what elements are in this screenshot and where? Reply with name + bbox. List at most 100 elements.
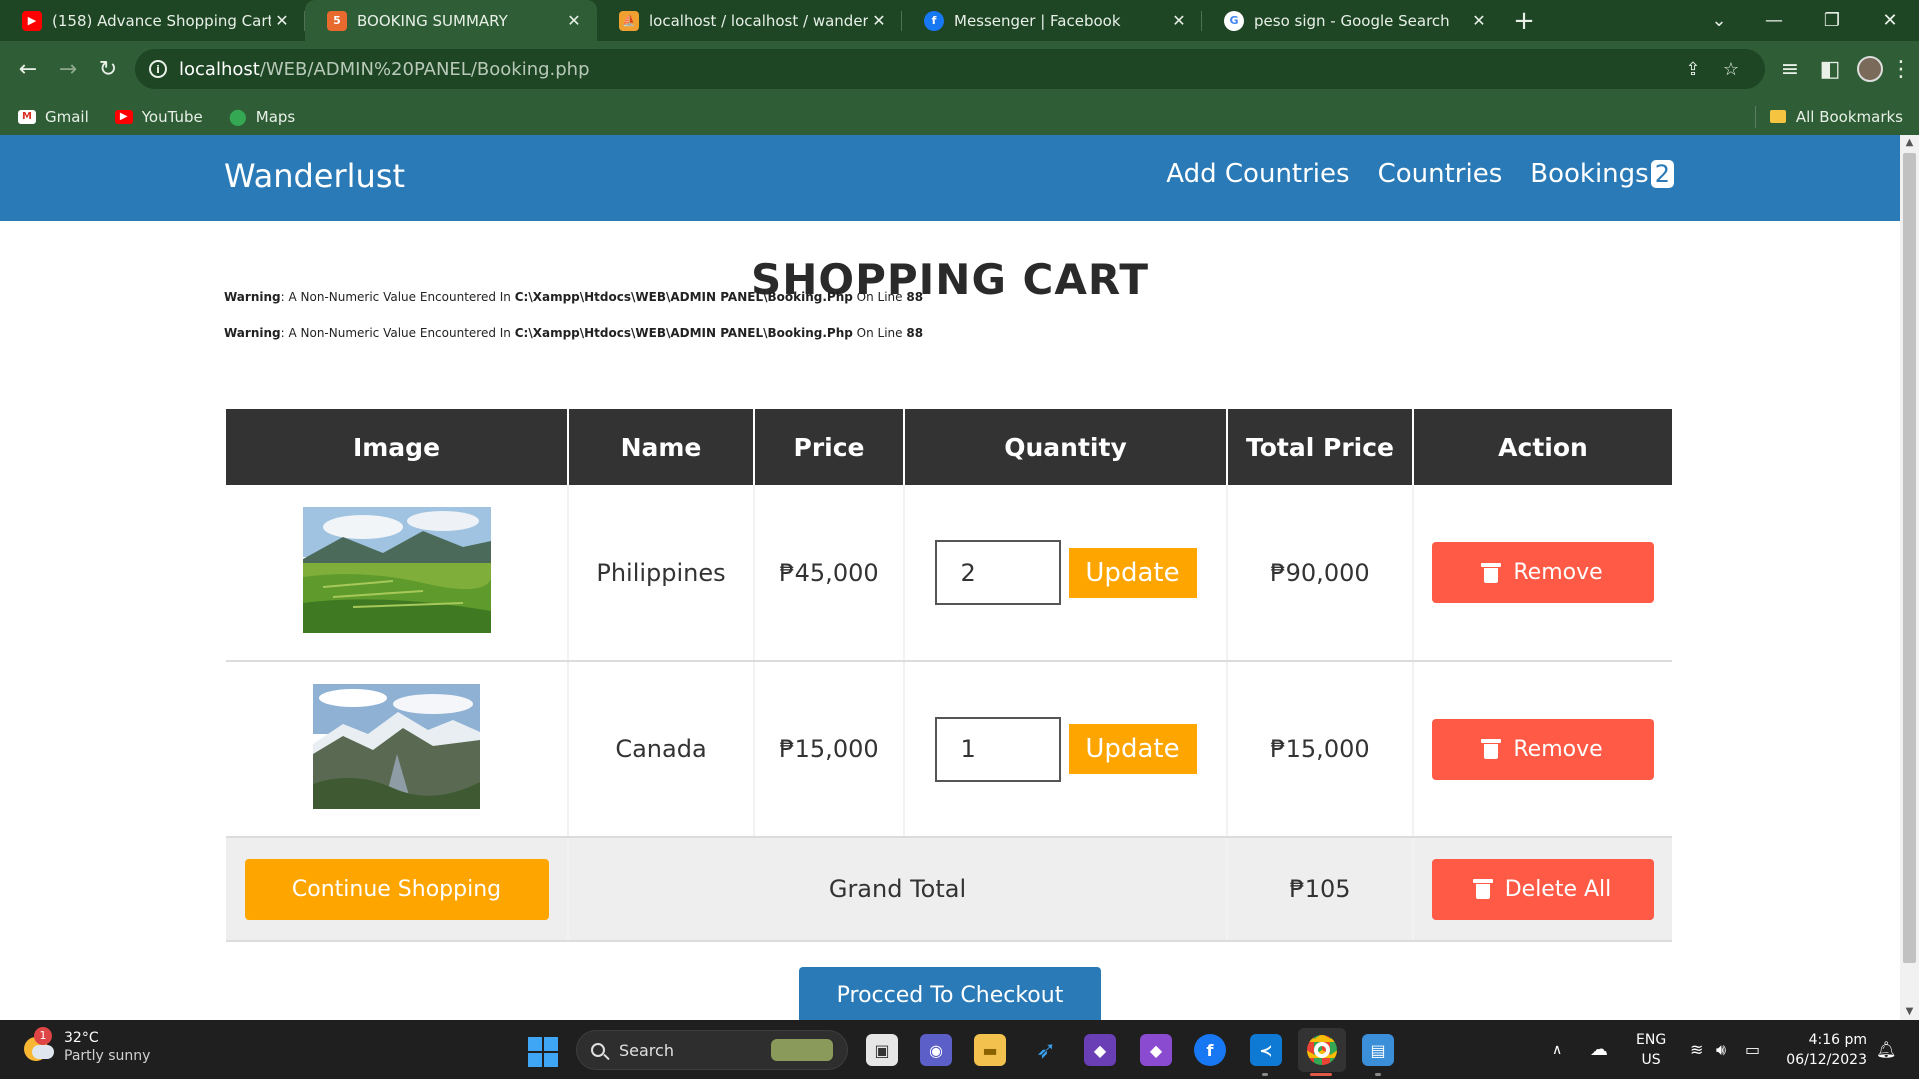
scrollbar-thumb[interactable]	[1903, 153, 1916, 963]
notepad-icon[interactable]: ▤	[1362, 1034, 1394, 1066]
table-row: Philippines ₱45,000 Update ₱90,000 Remov…	[226, 485, 1672, 662]
onedrive-icon[interactable]: ☁	[1590, 1020, 1608, 1079]
dolphin-app-icon[interactable]: ➶	[1030, 1034, 1062, 1066]
weather-widget[interactable]: 1 32°C Partly sunny	[22, 1027, 151, 1064]
notification-bell-icon[interactable]: 🔔︎	[1876, 1020, 1896, 1079]
restore-icon[interactable]: ❐	[1803, 0, 1861, 41]
delete-all-button[interactable]: Delete All	[1432, 858, 1654, 920]
window-close-icon[interactable]: ✕	[1861, 0, 1919, 41]
close-icon[interactable]: ✕	[1468, 11, 1490, 30]
new-tab-button[interactable]: +	[1502, 0, 1546, 41]
back-arrow-icon[interactable]: ←	[8, 50, 48, 90]
product-name: Philippines	[568, 485, 755, 662]
col-header-quantity: Quantity	[904, 409, 1228, 485]
media-control-icon[interactable]: ≡	[1770, 49, 1810, 89]
tab-messenger[interactable]: f Messenger | Facebook ✕	[902, 0, 1202, 41]
share-icon[interactable]: ⇪	[1675, 49, 1711, 89]
close-icon[interactable]: ✕	[563, 11, 585, 30]
nav-bookings[interactable]: Bookings 2	[1530, 157, 1674, 191]
warning-line: 88	[906, 326, 924, 340]
trash-icon	[1481, 739, 1502, 759]
grand-total-value: ₱105	[1227, 836, 1414, 942]
nav-countries[interactable]: Countries	[1378, 159, 1503, 189]
visual-studio-icon[interactable]: ◆	[1084, 1034, 1116, 1066]
chrome-icon[interactable]	[1298, 1028, 1346, 1072]
weather-desc: Partly sunny	[64, 1048, 151, 1064]
reload-icon[interactable]: ↻	[88, 50, 128, 90]
minimize-icon[interactable]: —	[1745, 0, 1803, 41]
wifi-icon[interactable]: ≋	[1690, 1020, 1703, 1079]
web-page: Wanderlust Add Countries Countries Booki…	[0, 135, 1900, 1020]
taskbar-search[interactable]: Search	[576, 1030, 848, 1070]
close-icon[interactable]: ✕	[1168, 11, 1190, 30]
clock[interactable]: 4:16 pm 06/12/2023	[1786, 1030, 1867, 1070]
all-bookmarks-label: All Bookmarks	[1795, 107, 1903, 126]
bookings-count-badge: 2	[1650, 160, 1674, 188]
scroll-down-icon[interactable]: ▼	[1900, 1004, 1919, 1020]
continue-cell: Continue Shopping	[226, 836, 569, 942]
teams-icon[interactable]: ◉	[920, 1034, 952, 1066]
profile-avatar[interactable]	[1850, 49, 1890, 89]
scroll-up-icon[interactable]: ▲	[1900, 135, 1919, 151]
menu-dots-icon[interactable]: ⋮	[1886, 49, 1916, 89]
search-highlight-icon	[771, 1039, 833, 1061]
close-icon[interactable]: ✕	[868, 11, 890, 30]
action-cell: Remove	[1413, 661, 1672, 838]
all-bookmarks[interactable]: All Bookmarks	[1754, 98, 1903, 135]
phpmyadmin-icon: ⛵	[619, 10, 639, 31]
task-view-icon[interactable]: ▣	[866, 1034, 898, 1066]
tab-booking-summary[interactable]: 5 BOOKING SUMMARY ✕	[305, 0, 597, 41]
continue-shopping-button[interactable]: Continue Shopping	[244, 858, 549, 920]
remove-button[interactable]: Remove	[1432, 542, 1654, 603]
quantity-cell: Update	[904, 661, 1228, 838]
language-indicator[interactable]: ENG US	[1636, 1030, 1666, 1070]
file-explorer-icon[interactable]: ▬	[974, 1034, 1006, 1066]
image-cell	[226, 661, 569, 838]
visual-studio-preview-icon[interactable]: ◆	[1140, 1034, 1172, 1066]
side-panel-icon[interactable]: ◧	[1810, 49, 1850, 89]
address-bar[interactable]: i localhost/WEB/ADMIN%20PANEL/Booking.ph…	[135, 49, 1765, 89]
tab-search-chevron-icon[interactable]: ⌄	[1690, 0, 1748, 41]
checkout-button[interactable]: Procced To Checkout	[799, 967, 1101, 1020]
running-indicator	[1262, 1073, 1268, 1076]
youtube-icon: ▶	[114, 109, 133, 124]
url-host: localhost	[179, 58, 260, 80]
table-header-row: Image Name Price Quantity Total Price Ac…	[226, 409, 1672, 485]
col-header-image: Image	[226, 409, 569, 485]
facebook-icon[interactable]: f	[1194, 1034, 1226, 1066]
quantity-input[interactable]	[934, 540, 1061, 605]
tab-youtube[interactable]: ▶ (158) Advance Shopping Cart W ✕	[0, 0, 305, 41]
bookmark-youtube[interactable]: ▶ YouTube	[114, 107, 203, 126]
bookmark-label: YouTube	[141, 107, 203, 126]
update-button[interactable]: Update	[1068, 724, 1197, 774]
bookmark-gmail[interactable]: M Gmail	[18, 108, 89, 126]
row-total: ₱90,000	[1227, 485, 1414, 662]
product-name: Canada	[568, 661, 755, 838]
windows-taskbar: 1 32°C Partly sunny Search ▣ ◉ ▬ ➶ ◆ ◆ f…	[0, 1020, 1919, 1079]
remove-button[interactable]: Remove	[1432, 718, 1654, 780]
remove-label: Remove	[1513, 560, 1603, 585]
close-icon[interactable]: ✕	[271, 11, 293, 30]
php-warning: Warning: A Non-Numeric Value Encountered…	[224, 290, 923, 304]
bookmark-maps[interactable]: ⬤ Maps	[229, 107, 295, 126]
forward-arrow-icon[interactable]: →	[48, 50, 88, 90]
tab-google-search[interactable]: G peso sign - Google Search ✕	[1202, 0, 1502, 41]
nav-add-countries[interactable]: Add Countries	[1166, 159, 1349, 189]
bookmark-label: Gmail	[45, 107, 89, 126]
row-total: ₱15,000	[1227, 661, 1414, 838]
site-info-icon[interactable]: i	[149, 60, 167, 78]
browser-tab-strip: ▶ (158) Advance Shopping Cart W ✕ 5 BOOK…	[0, 0, 1919, 41]
tray-chevron-icon[interactable]: ∧	[1552, 1020, 1562, 1079]
bookmark-star-icon[interactable]: ☆	[1713, 49, 1749, 89]
battery-icon[interactable]: ▭	[1745, 1020, 1760, 1079]
update-button[interactable]: Update	[1068, 547, 1197, 598]
vscode-icon[interactable]: ≺	[1250, 1034, 1282, 1066]
delete-all-label: Delete All	[1504, 876, 1612, 902]
quantity-input[interactable]	[934, 716, 1061, 782]
tab-phpmyadmin[interactable]: ⛵ localhost / localhost / wanderlus ✕	[597, 0, 902, 41]
page-scrollbar[interactable]: ▲ ▼	[1900, 135, 1919, 1020]
start-windows-icon[interactable]	[528, 1037, 558, 1067]
tab-title: Messenger | Facebook	[954, 11, 1121, 30]
site-brand[interactable]: Wanderlust	[224, 157, 405, 195]
volume-icon[interactable]: 🔊︎	[1716, 1020, 1726, 1079]
